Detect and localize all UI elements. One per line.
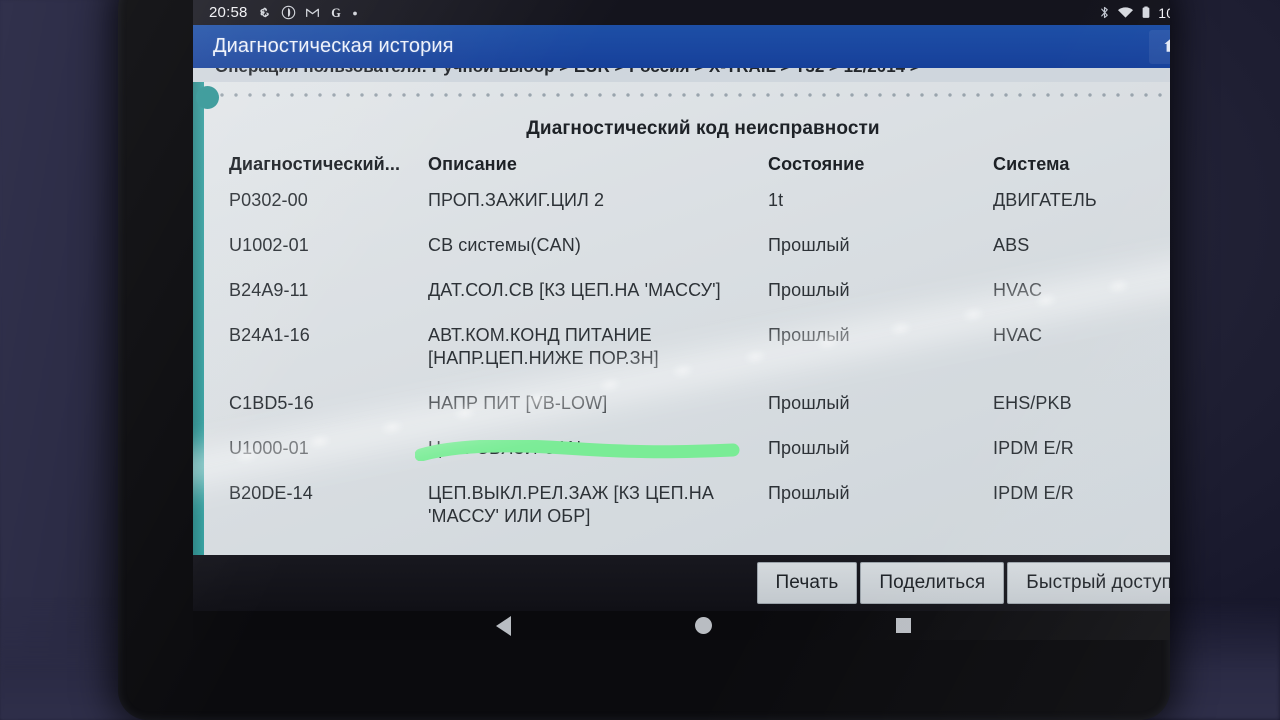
dot-icon	[352, 5, 358, 20]
page-title: Диагностическая история	[213, 35, 454, 57]
dtc-table: Диагностический... Описание Состояние Си…	[193, 152, 1170, 534]
action-button-bar: Печать Поделиться Быстрый доступ	[193, 555, 1170, 611]
home-icon	[1162, 34, 1170, 60]
app-header-bar: Диагностическая история	[193, 25, 1170, 68]
svg-text:G: G	[331, 6, 341, 20]
info-circle-icon	[281, 5, 296, 20]
cell-state: 1t	[768, 190, 784, 210]
table-header-row: Диагностический... Описание Состояние Си…	[193, 152, 1170, 189]
cell-code: B20DE-14	[229, 483, 313, 504]
cell-system: IPDM E/R	[993, 483, 1074, 504]
column-header-state[interactable]: Состояние	[768, 152, 993, 189]
android-nav-bar	[193, 611, 1170, 640]
dtc-table-title: Диагностический код неисправности	[526, 118, 880, 139]
tablet-screen: 20:58 G 1 Диагностическая история Диагно…	[193, 0, 1170, 640]
cell-description: СВ системы(CAN)	[428, 235, 581, 256]
cell-code: U1000-01	[229, 438, 309, 459]
status-bar-left-group: 20:58 G	[193, 4, 358, 21]
status-bar-right-group: 100 %	[1099, 5, 1170, 21]
cell-system: IPDM E/R	[993, 438, 1074, 459]
recent-square-icon	[895, 618, 911, 633]
battery-percent-label: 100 %	[1158, 4, 1170, 21]
table-row[interactable]: U1000-01 Цепь СВЯЗИ CAN Прошлый IPDM E/R	[193, 437, 1170, 482]
wifi-icon	[1117, 5, 1134, 20]
column-header-code[interactable]: Диагностический...	[193, 152, 428, 189]
nav-recent-button[interactable]	[803, 618, 1003, 633]
cell-description: ЦЕП.ВЫКЛ.РЕЛ.ЗАЖ [КЗ ЦЕП.НА 'МАССУ' ИЛИ …	[428, 483, 714, 527]
cell-description: НАПР ПИТ [VB-LOW]	[428, 393, 608, 414]
cell-code: B24A9-11	[229, 280, 309, 301]
quick-access-button[interactable]: Быстрый доступ	[1007, 562, 1170, 604]
cell-system: ABS	[993, 235, 1030, 256]
table-row[interactable]: U1002-01 СВ системы(CAN) Прошлый ABS	[193, 234, 1170, 279]
bluetooth-icon	[1099, 5, 1110, 20]
cell-state: Прошлый	[768, 235, 850, 256]
cell-state: Прошлый	[768, 438, 850, 459]
gmail-icon	[305, 5, 320, 20]
cell-system: ДВИГАТЕЛЬ	[993, 190, 1097, 210]
cell-description: ПРОП.ЗАЖИГ.ЦИЛ 2	[428, 190, 605, 210]
home-circle-icon	[694, 617, 712, 634]
cell-system: HVAC	[993, 325, 1043, 346]
home-button[interactable]	[1149, 29, 1170, 64]
cell-description: АВТ.КОМ.КОНД ПИТАНИЕ [НАПР.ЦЕП.НИЖЕ ПОР.…	[428, 325, 659, 369]
cell-system: EHS/PKB	[993, 393, 1072, 414]
cell-description: ДАТ.СОЛ.СВ [КЗ ЦЕП.НА 'МАССУ']	[428, 280, 721, 301]
scroll-knob-left[interactable]	[196, 86, 219, 109]
nav-back-button[interactable]	[403, 615, 603, 636]
nav-home-button[interactable]	[603, 617, 803, 634]
status-clock: 20:58	[209, 4, 248, 21]
cell-description: Цепь СВЯЗИ CAN	[428, 438, 582, 459]
dotted-separator	[215, 93, 1170, 97]
table-row[interactable]: P0302-00 ПРОП.ЗАЖИГ.ЦИЛ 2 1t ДВИГАТЕЛЬ	[193, 189, 1170, 234]
cell-state: Прошлый	[768, 393, 850, 414]
cell-code: P0302-00	[229, 190, 308, 210]
table-row[interactable]: B24A1-16 АВТ.КОМ.КОНД ПИТАНИЕ [НАПР.ЦЕП.…	[193, 324, 1170, 392]
dtc-content-panel: Диагностический код неисправности Диагно…	[193, 82, 1170, 555]
drive-icon	[257, 5, 272, 20]
column-header-system[interactable]: Система	[993, 152, 1170, 189]
share-button[interactable]: Поделиться	[860, 562, 1005, 604]
google-icon: G	[329, 5, 343, 20]
table-row[interactable]: C1BD5-16 НАПР ПИТ [VB-LOW] Прошлый EHS/P…	[193, 392, 1170, 437]
battery-icon	[1141, 5, 1151, 20]
column-header-description[interactable]: Описание	[428, 152, 768, 189]
android-status-bar: 20:58 G 1	[193, 0, 1170, 25]
breadcrumb: Операция пользователя: Ручной выбор > EU…	[215, 68, 920, 77]
table-row[interactable]: B20DE-14 ЦЕП.ВЫКЛ.РЕЛ.ЗАЖ [КЗ ЦЕП.НА 'МА…	[193, 482, 1170, 534]
print-button[interactable]: Печать	[756, 562, 858, 604]
cell-code: U1002-01	[229, 235, 309, 256]
cell-system: HVAC	[993, 280, 1043, 301]
cell-code: C1BD5-16	[229, 393, 314, 414]
table-row[interactable]: B24A9-11 ДАТ.СОЛ.СВ [КЗ ЦЕП.НА 'МАССУ'] …	[193, 279, 1170, 324]
breadcrumb-strip: Операция пользователя: Ручной выбор > EU…	[193, 68, 1170, 82]
tablet-device: 20:58 G 1 Диагностическая история Диагно…	[118, 0, 1170, 720]
cell-state: Прошлый	[768, 325, 850, 346]
cell-code: B24A1-16	[229, 325, 310, 346]
back-triangle-icon	[495, 615, 511, 636]
cell-state: Прошлый	[768, 280, 850, 301]
cell-state: Прошлый	[768, 483, 850, 504]
